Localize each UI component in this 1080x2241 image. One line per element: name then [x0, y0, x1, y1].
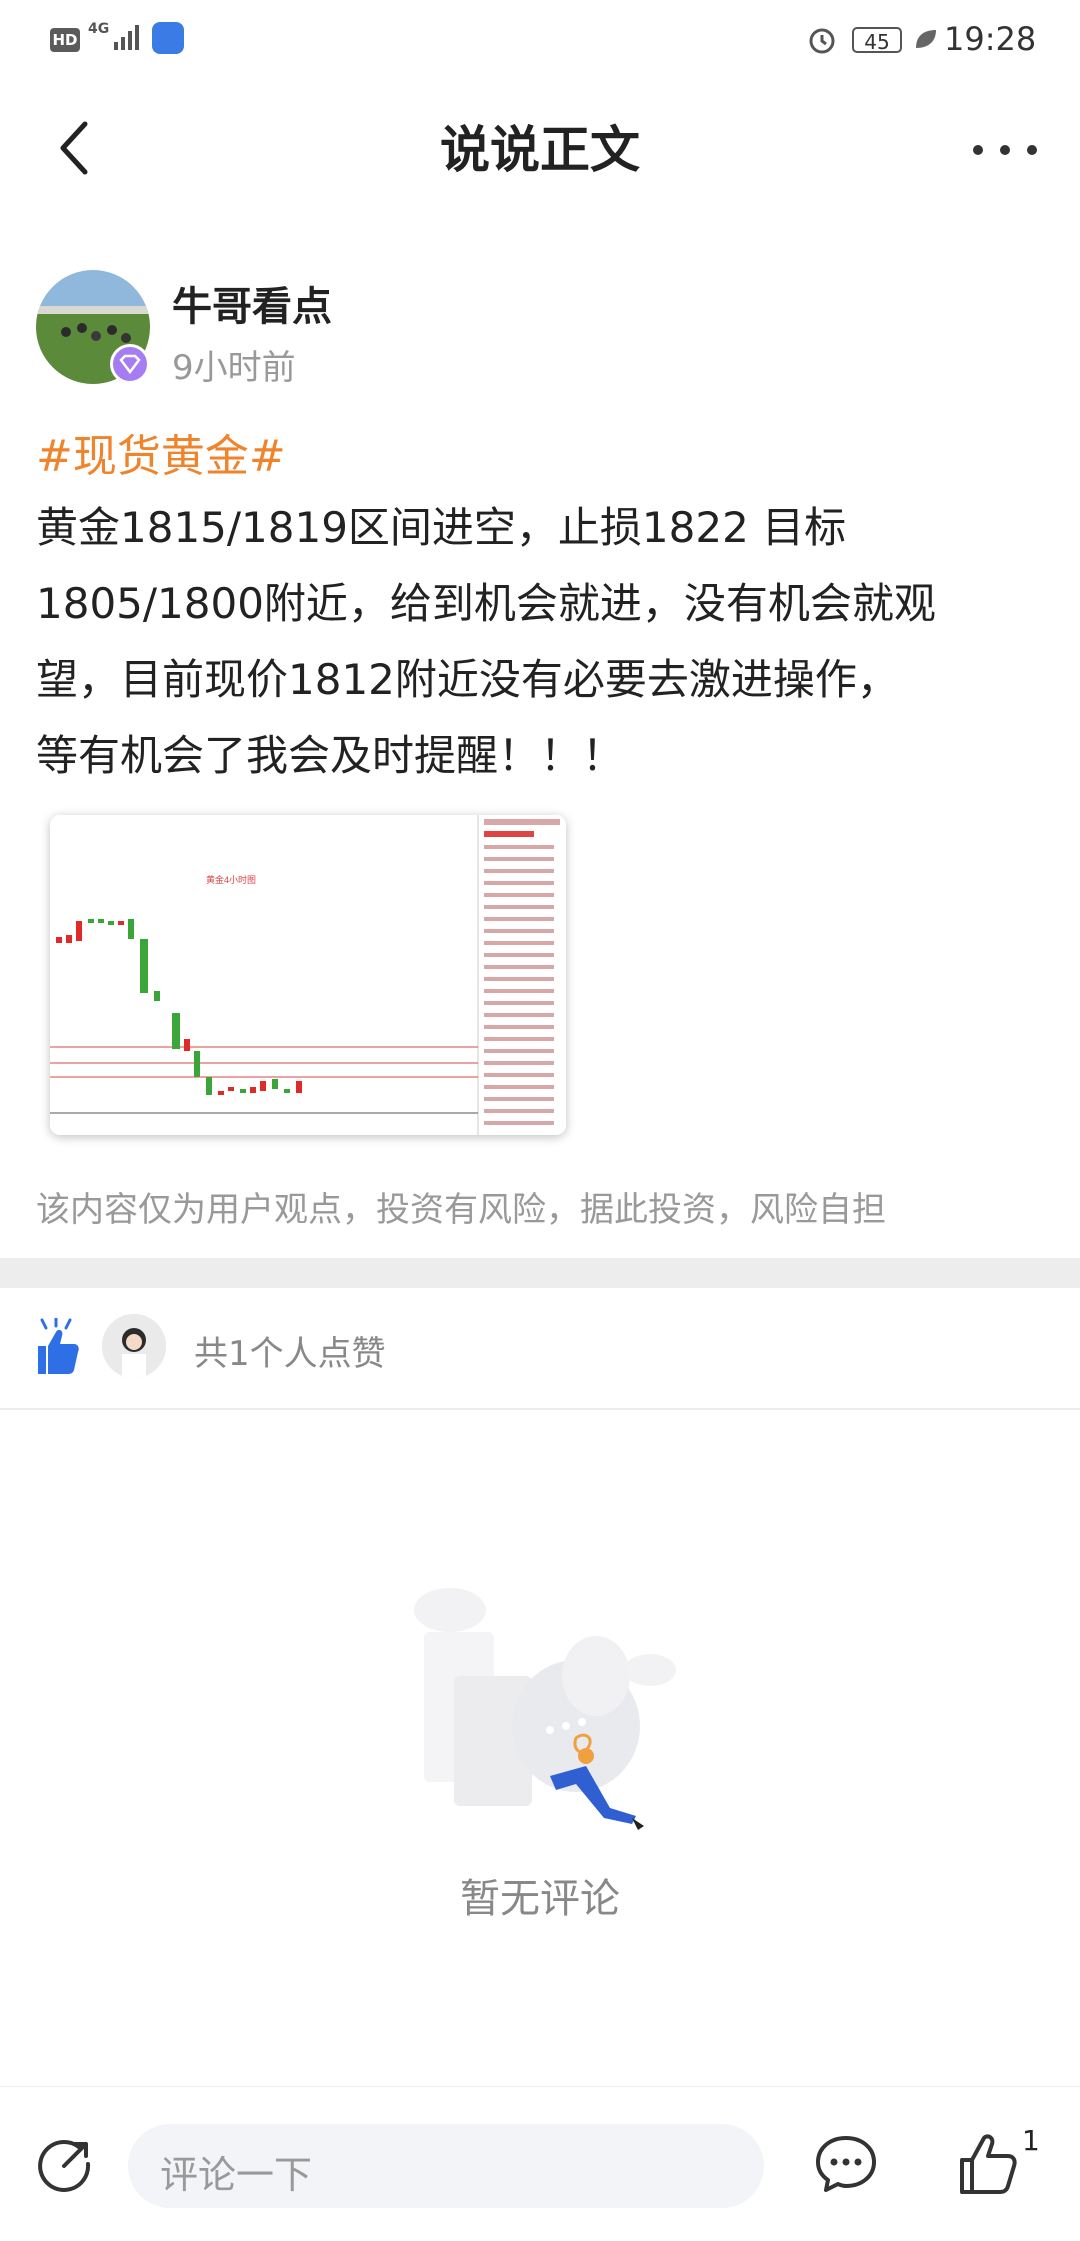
more-options-icon[interactable]: [970, 140, 1040, 160]
content-line: 等有机会了我会及时提醒！！！: [36, 731, 625, 780]
clock: 19:28: [944, 20, 1037, 58]
empty-comments-text: 暂无评论: [460, 1876, 620, 1922]
section-divider: [0, 1258, 1080, 1288]
signal-icon: [114, 25, 139, 50]
alarm-icon: [809, 28, 835, 54]
hd-indicator: HD: [50, 28, 80, 52]
app-notification-icon: [152, 22, 184, 54]
chart-caption: 黄金4小时图: [206, 874, 256, 885]
comment-icon[interactable]: [814, 2132, 878, 2196]
post-image[interactable]: 黄金4小时图: [50, 815, 566, 1135]
share-icon[interactable]: [34, 2134, 96, 2196]
status-bar: HD 4G 45 19:28: [0, 0, 1080, 80]
post-time: 9小时前: [172, 348, 296, 388]
network-type: 4G: [88, 21, 110, 37]
risk-disclaimer: 该内容仅为用户观点，投资有风险，据此投资，风险自担: [36, 1190, 886, 1230]
content-line: 黄金1815/1819区间进空，止损1822 目标: [36, 503, 847, 552]
page-title: 说说正文: [440, 121, 640, 179]
like-icon[interactable]: [958, 2132, 1018, 2196]
likes-divider: [0, 1408, 1080, 1410]
liker-avatar-image: [102, 1314, 166, 1378]
like-hand-icon: [38, 1318, 79, 1374]
empty-comments-illustration: [414, 1588, 676, 1830]
verified-badge-icon: [110, 344, 150, 384]
candlestick-chart-image: 黄金4小时图: [50, 815, 566, 1135]
post-content: 黄金1815/1819区间进空，止损1822 目标 1805/1800附近，给到…: [36, 490, 1046, 794]
content-line: 望，目前现价1812附近没有必要去激进操作，: [36, 655, 899, 704]
power-saving-icon: [916, 30, 936, 48]
content-line: 1805/1800附近，给到机会就进，没有机会就观: [36, 579, 936, 628]
like-count-text[interactable]: 共1个人点赞: [194, 1326, 386, 1375]
comment-input-placeholder: 评论一下: [160, 2153, 313, 2197]
author-name[interactable]: 牛哥看点: [172, 274, 332, 332]
liker-avatar[interactable]: [102, 1314, 166, 1378]
topic-hashtag[interactable]: #现货黄金#: [36, 420, 286, 484]
like-count: 1: [1022, 2124, 1040, 2157]
battery-indicator: 45: [852, 27, 902, 54]
